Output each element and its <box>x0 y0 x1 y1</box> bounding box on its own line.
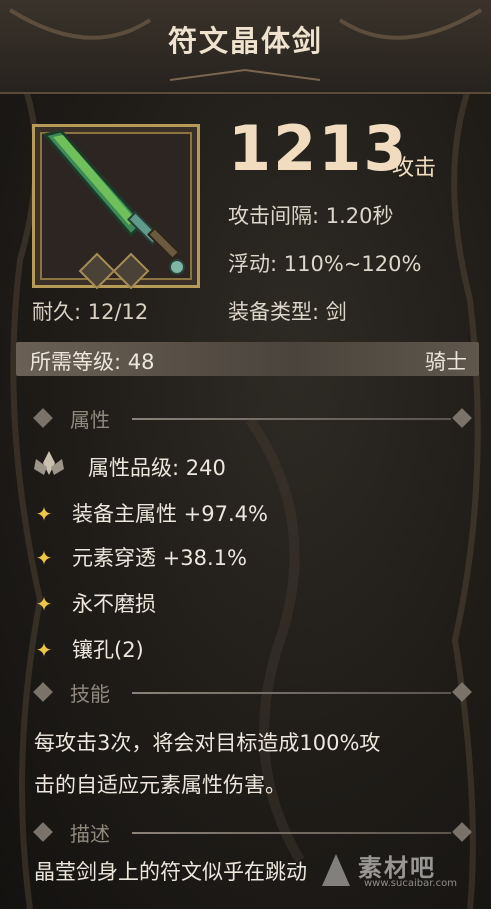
star-icon: ✦ <box>35 592 53 616</box>
section-label: 属性 <box>70 408 110 432</box>
skill-line: 每攻击3次，将会对目标造成100%攻 <box>34 731 381 755</box>
diamond-ornament-icon <box>452 682 472 702</box>
diamond-ornament-icon <box>33 408 53 428</box>
attribute-item: ✦ 元素穿透 +38.1% <box>34 542 247 572</box>
skill-description: 每攻击3次，将会对目标造成100%攻 击的自适应元素属性伤害。 <box>34 722 479 806</box>
attribute-text: 装备主属性 +97.4% <box>72 502 268 526</box>
requirement-bar: 所需等级: 48 骑士 <box>16 342 479 376</box>
attack-value: 1213 <box>228 112 409 185</box>
attribute-item: ✦ 装备主属性 +97.4% <box>34 498 268 528</box>
divider <box>132 832 451 834</box>
section-label: 描述 <box>70 822 110 846</box>
star-icon: ✦ <box>35 502 53 526</box>
weapon-portrait <box>32 124 200 288</box>
required-level: 所需等级: 48 <box>30 350 155 374</box>
attribute-item: ✦ 镶孔(2) <box>34 634 144 664</box>
diamond-ornament-icon <box>452 408 472 428</box>
watermark: 素材吧 www.sucaibar.com <box>318 846 478 896</box>
diamond-ornament-icon <box>33 682 53 702</box>
diamond-ornament-icon <box>452 822 472 842</box>
diamond-ornament-icon <box>33 822 53 842</box>
attack-label: 攻击 <box>392 156 437 181</box>
section-header-attributes: 属性 <box>32 404 479 434</box>
divider <box>132 418 451 420</box>
durability: 耐久: 12/12 <box>32 300 149 324</box>
attribute-text: 永不磨损 <box>72 592 156 616</box>
section-header-description: 描述 <box>32 818 479 848</box>
attribute-grade: 属性品级: 240 <box>88 456 226 480</box>
sword-icon <box>42 129 185 275</box>
item-tooltip: 符文晶体剑 耐久: 12/12 1213 攻击 攻击间隔: 1.20秒 浮动: … <box>0 0 491 909</box>
divider <box>132 692 451 694</box>
attribute-text: 镶孔(2) <box>72 638 144 662</box>
lotus-grade-icon <box>34 451 64 475</box>
required-class: 骑士 <box>425 350 467 374</box>
star-icon: ✦ <box>35 638 53 662</box>
watermark-logo-icon <box>322 854 350 886</box>
attribute-item: ✦ 永不磨损 <box>34 588 156 618</box>
attribute-text: 元素穿透 +38.1% <box>72 546 247 570</box>
star-icon: ✦ <box>35 546 53 570</box>
title-bar: 符文晶体剑 <box>0 0 491 94</box>
damage-float: 浮动: 110%~120% <box>228 252 422 276</box>
equipment-type: 装备类型: 剑 <box>228 300 347 324</box>
watermark-url: www.sucaibar.com <box>364 878 457 889</box>
flavor-text: 晶莹剑身上的符文似乎在跳动 <box>34 860 307 884</box>
item-title: 符文晶体剑 <box>167 24 323 58</box>
attack-interval: 攻击间隔: 1.20秒 <box>228 204 394 228</box>
section-header-skill: 技能 <box>32 678 479 708</box>
section-label: 技能 <box>70 682 110 706</box>
skill-line: 击的自适应元素属性伤害。 <box>34 773 286 797</box>
